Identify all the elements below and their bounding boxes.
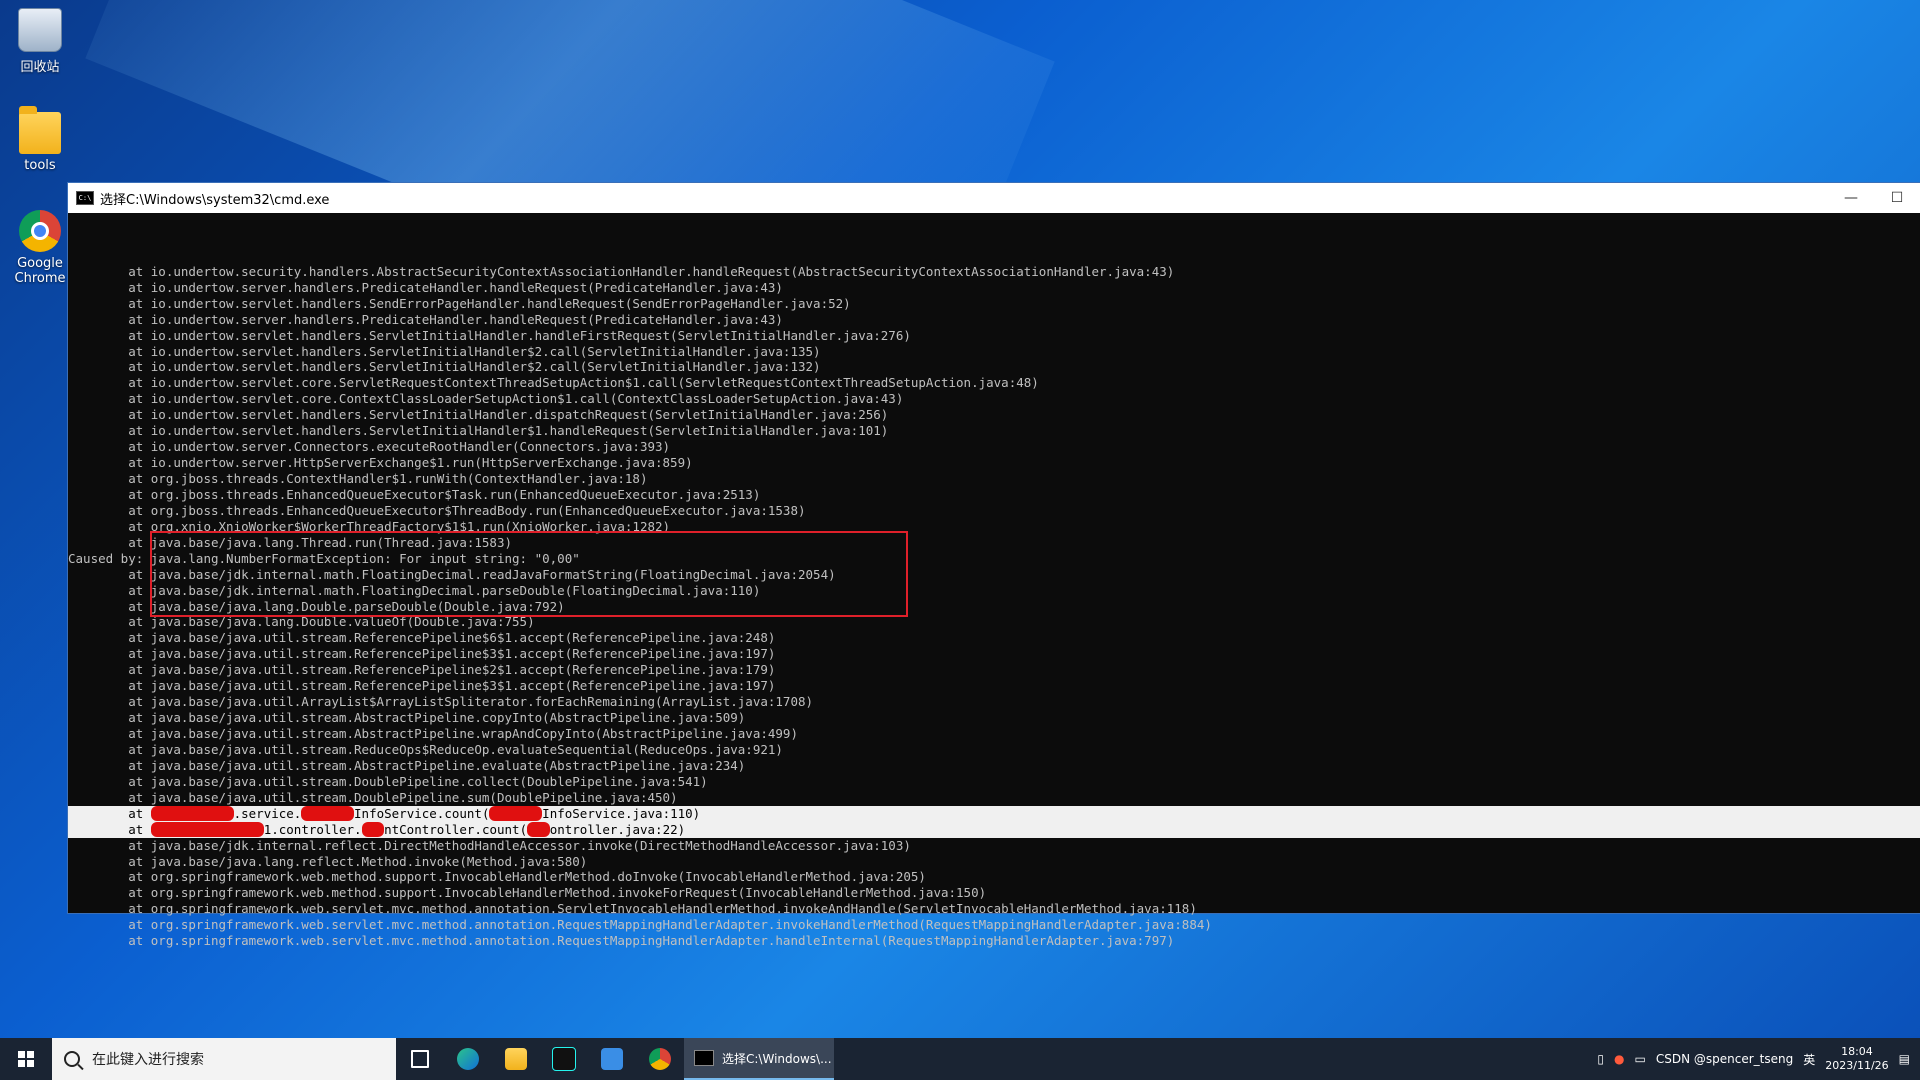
clock-date: 2023/11/26: [1825, 1059, 1889, 1072]
redacted-text: Cou: [361, 821, 385, 837]
console-line: at io.undertow.server.HttpServerExchange…: [68, 455, 693, 471]
console-line: at io.undertow.servlet.handlers.ServletI…: [68, 359, 821, 375]
taskbar-calendar-app[interactable]: [588, 1038, 636, 1080]
task-view-icon: [411, 1050, 429, 1068]
redacted-text: Account: [301, 805, 355, 821]
console-line: at java.base/java.util.stream.ReferenceP…: [68, 662, 776, 678]
console-text: 1.controller.: [263, 821, 362, 837]
taskbar-search-box[interactable]: 在此键入进行搜索: [52, 1038, 396, 1080]
calendar-icon: [601, 1048, 623, 1070]
usb-icon[interactable]: ▯: [1597, 1052, 1604, 1066]
network-icon[interactable]: ▭: [1635, 1052, 1646, 1066]
console-line: at org.jboss.threads.EnhancedQueueExecut…: [68, 486, 761, 502]
console-line: at java.base/java.util.stream.ReduceOps$…: [68, 741, 783, 757]
taskbar-edge[interactable]: [444, 1038, 492, 1080]
tray-watermark-text: CSDN @spencer_tseng: [1655, 1052, 1794, 1066]
console-text: ontroller.java:22): [549, 821, 686, 837]
desktop-icon-label: Google Chrome: [14, 256, 66, 286]
cmd-app-icon: C:\: [76, 191, 94, 205]
redacted-text: com.xxxxxxx: [150, 805, 234, 821]
console-line: at org.springframework.web.method.suppor…: [68, 885, 987, 901]
console-line: at io.undertow.servlet.handlers.SendErro…: [68, 295, 851, 311]
selected-console-line: at com.xxxxxxx.service.AccountInfoServic…: [68, 805, 1920, 822]
console-text: at: [68, 821, 151, 837]
console-line: at org.springframework.web.servlet.mvc.m…: [68, 901, 1197, 917]
desktop-icon-label: 回收站: [20, 60, 60, 75]
console-line: at io.undertow.server.handlers.Predicate…: [68, 279, 783, 295]
console-line: at io.undertow.servlet.handlers.ServletI…: [68, 343, 821, 359]
console-line: at io.undertow.servlet.handlers.ServletI…: [68, 327, 911, 343]
chrome-icon: [649, 1048, 671, 1070]
console-line: at java.base/java.util.stream.AbstractPi…: [68, 726, 798, 742]
cmd-icon: [694, 1050, 714, 1066]
console-text: at: [68, 805, 151, 821]
console-line: at java.base/java.util.stream.ReferenceP…: [68, 646, 776, 662]
taskbar-tiktok[interactable]: [540, 1038, 588, 1080]
console-line: at java.base/java.util.stream.ReferenceP…: [68, 630, 776, 646]
task-view-button[interactable]: [396, 1038, 444, 1080]
clock-time: 18:04: [1841, 1045, 1873, 1058]
edge-icon: [457, 1048, 479, 1070]
window-title: 选择C:\Windows\system32\cmd.exe: [100, 192, 330, 208]
console-line: at org.springframework.web.servlet.mvc.m…: [68, 917, 1212, 933]
console-line: at java.base/java.util.ArrayList$ArrayLi…: [68, 694, 814, 710]
recycle-bin-icon: [18, 8, 62, 52]
console-text: InfoService.java:110): [542, 805, 701, 821]
console-line: at io.undertow.server.Connectors.execute…: [68, 439, 671, 455]
redacted-text: com.xxxx.xxxxxx: [150, 821, 264, 837]
console-text: InfoService.count(: [354, 805, 490, 821]
console-line: at io.undertow.servlet.core.ServletReque…: [68, 375, 1039, 391]
folder-icon: [505, 1048, 527, 1070]
console-line: at org.jboss.threads.ContextHandler$1.ru…: [68, 471, 648, 487]
console-line: at org.springframework.web.method.suppor…: [68, 869, 926, 885]
system-tray: ▯ ● ▭ CSDN @spencer_tseng 英 18:04 2023/1…: [1597, 1045, 1920, 1073]
console-line: at io.undertow.servlet.handlers.ServletI…: [68, 407, 889, 423]
console-output[interactable]: at io.undertow.security.handlers.Abstrac…: [68, 213, 1920, 949]
desktop-icon-recycle-bin[interactable]: 回收站: [8, 8, 72, 75]
console-line: at java.base/java.util.stream.AbstractPi…: [68, 757, 746, 773]
taskbar-chrome[interactable]: [636, 1038, 684, 1080]
console-line: at io.undertow.security.handlers.Abstrac…: [68, 263, 1175, 279]
task-label: 选择C:\Windows\...: [722, 1051, 832, 1066]
desktop-icon-label: tools: [24, 158, 56, 173]
exception-highlight-box: [150, 531, 908, 617]
security-icon[interactable]: ●: [1614, 1052, 1624, 1066]
maximize-button[interactable]: ☐: [1874, 190, 1920, 206]
start-button[interactable]: [0, 1038, 52, 1080]
console-line: at java.base/java.util.stream.DoublePipe…: [68, 789, 678, 805]
console-line: at java.base/java.util.stream.AbstractPi…: [68, 710, 746, 726]
console-line: at org.jboss.threads.EnhancedQueueExecut…: [68, 502, 806, 518]
taskbar-cmd-task[interactable]: 选择C:\Windows\...: [684, 1038, 834, 1080]
minimize-button[interactable]: —: [1828, 190, 1874, 206]
chrome-icon: [19, 210, 61, 252]
console-line: at io.undertow.servlet.core.ContextClass…: [68, 391, 904, 407]
desktop-icon-tools-folder[interactable]: tools: [8, 106, 72, 173]
console-text: ntController.count(: [384, 821, 528, 837]
selected-console-line: at com.xxxx.xxxxxx1.controller.CountCont…: [68, 821, 1920, 838]
redacted-text: Account: [489, 805, 543, 821]
console-text: .service.: [233, 805, 302, 821]
redacted-text: Cou: [527, 821, 550, 837]
folder-icon: [19, 106, 61, 154]
console-line: at java.base/java.lang.reflect.Method.in…: [68, 853, 588, 869]
windows-logo-icon: [18, 1051, 34, 1067]
search-placeholder: 在此键入进行搜索: [92, 1052, 204, 1068]
taskbar-file-explorer[interactable]: [492, 1038, 540, 1080]
notification-icon[interactable]: ▤: [1899, 1052, 1910, 1066]
console-line: at java.base/java.util.stream.DoublePipe…: [68, 773, 708, 789]
taskbar: 在此键入进行搜索 选择C:\Windows\... ▯ ● ▭ CSDN @sp…: [0, 1038, 1920, 1080]
console-line: at java.base/java.util.stream.ReferenceP…: [68, 678, 776, 694]
search-icon: [64, 1051, 80, 1067]
console-line: at org.springframework.web.servlet.mvc.m…: [68, 933, 1175, 949]
tiktok-icon: [552, 1047, 576, 1071]
console-line: at io.undertow.server.handlers.Predicate…: [68, 311, 783, 327]
clock[interactable]: 18:04 2023/11/26: [1825, 1045, 1888, 1073]
ime-indicator[interactable]: 英: [1803, 1051, 1815, 1068]
window-titlebar[interactable]: C:\ 选择C:\Windows\system32\cmd.exe — ☐: [68, 183, 1920, 213]
cmd-window[interactable]: C:\ 选择C:\Windows\system32\cmd.exe — ☐ at…: [68, 183, 1920, 948]
console-line: at java.base/jdk.internal.reflect.Direct…: [68, 837, 911, 853]
desktop-icon-google-chrome[interactable]: Google Chrome: [8, 210, 72, 286]
console-line: at io.undertow.servlet.handlers.ServletI…: [68, 423, 889, 439]
